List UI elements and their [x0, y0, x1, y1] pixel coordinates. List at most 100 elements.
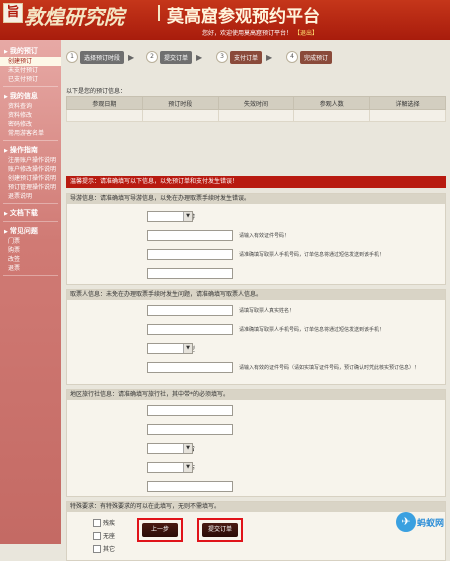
sidebar-group-title: 我的预订	[9, 47, 38, 55]
sidebar-item[interactable]: 常用游客名单	[0, 129, 61, 138]
caret-right-icon: ▶	[4, 148, 8, 154]
submit-order-button[interactable]: 提交订单	[202, 523, 238, 537]
sidebar-item[interactable]: 已支付预订	[0, 75, 61, 84]
column-header: 详解选择	[369, 96, 446, 110]
chevron-down-icon[interactable]: ▼	[183, 444, 192, 453]
sidebar-item[interactable]: 退票说明	[0, 192, 61, 201]
caret-right-icon: ▶	[4, 49, 8, 55]
checkbox[interactable]	[93, 518, 101, 527]
sidebar-group[interactable]: ▶ 我的预订	[0, 44, 61, 57]
chevron-right-icon: ▶	[128, 52, 135, 62]
sidebar-item[interactable]: 创建预订操作说明	[0, 174, 61, 183]
prev-button[interactable]: 上一步	[142, 523, 178, 537]
sidebar-item[interactable]: 创建预订	[0, 57, 61, 66]
step-label: 选择预订时段	[80, 50, 125, 64]
sidebar-divider	[3, 203, 58, 204]
chevron-down-icon[interactable]: ▼	[183, 212, 192, 221]
text-field[interactable]	[147, 405, 233, 416]
field-hint: 请输入有效证件号码！	[239, 233, 290, 239]
orders-title: 以下是您的预订信息：	[66, 88, 127, 95]
form-row: *取票人姓名请填写取票人真实姓名！	[67, 305, 447, 317]
sidebar-item[interactable]: 账户修改操作说明	[0, 165, 61, 174]
text-field[interactable]	[147, 230, 233, 241]
text-field[interactable]	[147, 324, 233, 335]
sidebar-item[interactable]: 密码修改	[0, 120, 61, 129]
sidebar-item[interactable]: 门票	[0, 237, 61, 246]
watermark: ✈ 蚂蚁网	[396, 512, 444, 532]
checkbox-option[interactable]: 其它	[93, 544, 115, 553]
prev-button-highlight: 上一步	[137, 518, 183, 542]
sidebar-item[interactable]: 资料修改	[0, 111, 61, 120]
sidebar-group[interactable]: ▶ 我的信息	[0, 89, 61, 102]
caret-right-icon: ▶	[4, 211, 8, 217]
step-item: 2 提交订单 ▶	[146, 50, 202, 64]
main-content: 1 选择预订时段 ▶ 2 提交订单 ▶ 3 支付订单 ▶ 4 完成预订 以下是您的预订信息： 参观日…	[61, 40, 450, 561]
checkbox[interactable]	[93, 531, 101, 540]
chevron-down-icon[interactable]: ▼	[183, 463, 192, 472]
plane-icon: ✈	[396, 512, 416, 532]
form-row: *取票人证件号码请输入有效的证件号码（请如实填写证件号码，预订确认时凭此核实预订…	[67, 362, 447, 374]
sidebar-group[interactable]: ▶ 文档下载	[0, 206, 61, 219]
sidebar-group[interactable]: ▶ 常见问题	[0, 224, 61, 237]
caret-right-icon: ▶	[4, 94, 8, 100]
text-field[interactable]	[147, 268, 233, 279]
step-item: 3 支付订单 ▶	[216, 50, 272, 64]
checkbox-option[interactable]: 无座	[93, 531, 115, 540]
form-row: *旅行社名称	[67, 405, 447, 417]
text-field[interactable]	[147, 362, 233, 373]
sidebar-item[interactable]: 改签	[0, 255, 61, 264]
sidebar-item[interactable]: 资料查询	[0, 102, 61, 111]
banner-divider	[158, 5, 160, 21]
sidebar-item[interactable]: 预订管理操作说明	[0, 183, 61, 192]
checkbox-label: 无座	[103, 533, 116, 540]
sidebar-item[interactable]: 注册账户操作说明	[0, 156, 61, 165]
step-label: 完成预订	[300, 50, 333, 64]
select-field[interactable]: ▼	[147, 443, 193, 454]
form-row: 本旅行社常用导游▼	[67, 211, 447, 223]
checkbox-label: 其它	[103, 546, 116, 553]
form-row: *客源地	[67, 481, 447, 493]
sidebar-item[interactable]: 未支付预订	[0, 66, 61, 75]
step-number: 3	[216, 51, 228, 63]
field-hint: 请准确填写取票人手机号码，订单信息将通过短信发送到该手机！	[239, 327, 385, 333]
form-row: *旅行社电话	[67, 424, 447, 436]
sidebar-group[interactable]: ▶ 操作指南	[0, 143, 61, 156]
form-row: *取票人手机请准确填写取票人手机号码，订单信息将通过短信发送到该手机！	[67, 324, 447, 336]
agency-panel: 地区旅行社信息：请准确填写旅行社，其中带*的必须填写。 *旅行社名称 *旅行社电话…	[66, 389, 446, 497]
checkbox[interactable]	[93, 544, 101, 553]
sidebar-item[interactable]: 购票	[0, 246, 61, 255]
select-field[interactable]: ▼	[147, 211, 193, 222]
step-label: 提交订单	[160, 50, 193, 64]
form-row: *导游姓名	[67, 268, 447, 280]
chevron-down-icon[interactable]: ▼	[183, 344, 192, 353]
form-row: 旅行社所在市▼	[67, 462, 447, 474]
logout-link[interactable]: 【退出】	[294, 30, 318, 37]
chevron-right-icon: ▶	[266, 52, 273, 62]
guide-panel: 导游信息：请准确填写导游信息，以免在办理取票手续时发生错误。 本旅行社常用导游▼…	[66, 193, 446, 285]
sidebar-divider	[3, 140, 58, 141]
step-progress: 1 选择预订时段 ▶ 2 提交订单 ▶ 3 支付订单 ▶ 4 完成预订	[66, 50, 446, 64]
text-field[interactable]	[147, 424, 233, 435]
special-panel: 特殊要求：有特殊要求的可以在此填写，无则不需填写。 残疾 无座 其它	[66, 501, 446, 561]
step-item: 1 选择预订时段 ▶	[66, 50, 134, 64]
checkbox-label: 残疾	[103, 520, 116, 527]
welcome-message: 您好，欢迎使用莫高窟预订平台！	[202, 30, 293, 37]
select-field[interactable]: ▼	[147, 462, 193, 473]
step-label: 支付订单	[230, 50, 263, 64]
column-header: 预订时段	[141, 96, 219, 110]
chevron-right-icon: ▶	[196, 52, 203, 62]
form-row: *取票人证件类型▼	[67, 343, 447, 355]
sidebar-group-title: 常见问题	[9, 227, 38, 235]
sidebar-divider	[3, 86, 58, 87]
select-field[interactable]: ▼	[147, 343, 193, 354]
step-number: 4	[286, 51, 298, 63]
logo-seal-icon: 旨	[3, 3, 23, 23]
text-field[interactable]	[147, 249, 233, 260]
text-field[interactable]	[147, 481, 233, 492]
field-hint: 请填写取票人真实姓名！	[239, 308, 295, 314]
text-field[interactable]	[147, 305, 233, 316]
form-row: *导游证号请输入有效证件号码！	[67, 230, 447, 242]
sidebar-item[interactable]: 退票	[0, 264, 61, 273]
checkbox-option[interactable]: 残疾	[93, 518, 115, 527]
table-row	[66, 109, 446, 122]
